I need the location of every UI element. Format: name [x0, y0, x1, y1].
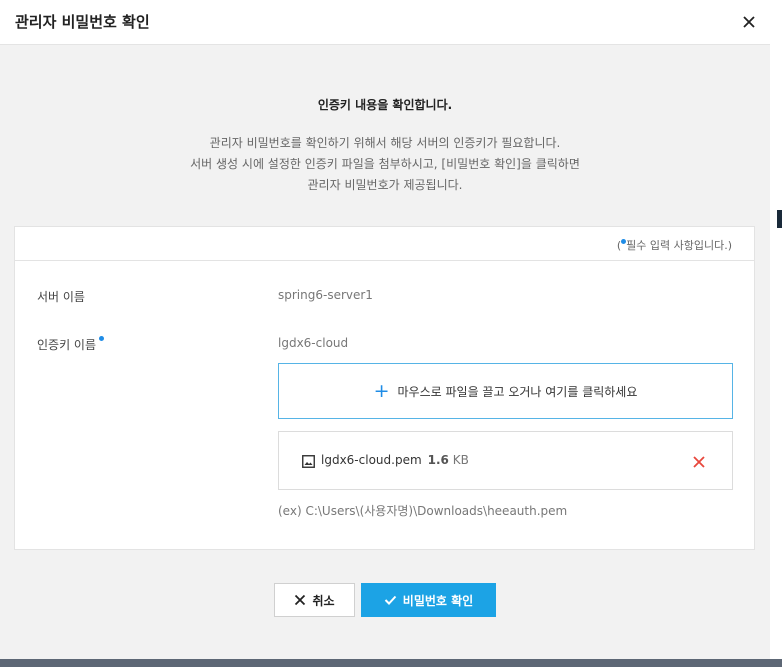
plus-icon: + [373, 379, 390, 402]
dialog: 관리자 비밀번호 확인 인증키 내용을 확인합니다. 관리자 비밀번호를 확인하… [0, 0, 770, 659]
dropzone-text: 마우스로 파일을 끌고 오거나 여기를 클릭하세요 [397, 384, 638, 399]
close-icon [295, 594, 306, 606]
server-name-value: spring6-server1 [278, 288, 373, 302]
server-name-label: 서버 이름 [37, 290, 85, 304]
required-note: (필수 입력 사항입니다.) [616, 239, 732, 252]
file-name: lgdx6-cloud.pem [321, 453, 422, 467]
close-button[interactable] [739, 12, 759, 32]
file-size-unit: KB [452, 453, 469, 467]
check-icon [384, 595, 397, 605]
file-dropzone[interactable]: + 마우스로 파일을 끌고 오거나 여기를 클릭하세요 [278, 363, 733, 419]
dialog-header: 관리자 비밀번호 확인 [0, 0, 770, 45]
confirm-label: 비밀번호 확인 [402, 593, 474, 608]
intro-line: 관리자 비밀번호를 확인하기 위해서 해당 서버의 인증키가 필요합니다. [209, 136, 561, 150]
dialog-title: 관리자 비밀번호 확인 [15, 13, 150, 31]
cancel-label: 취소 [312, 593, 335, 608]
close-icon [693, 456, 705, 468]
file-size: 1.6 [427, 453, 449, 467]
example-path: (ex) C:\Users\(사용자명)\Downloads\heeauth.p… [278, 504, 568, 518]
background-page-edge [770, 0, 782, 667]
image-file-icon [302, 455, 315, 468]
auth-key-label: 인증키 이름 [37, 336, 105, 353]
file-info: lgdx6-cloud.pem 1.6 KB [321, 453, 469, 467]
intro-heading: 인증키 내용을 확인합니다. [317, 98, 453, 112]
confirm-password-button[interactable]: 비밀번호 확인 [361, 583, 496, 617]
form-card-header: (필수 입력 사항입니다.) [15, 227, 754, 261]
required-dot-icon [99, 336, 105, 341]
attached-file: lgdx6-cloud.pem 1.6 KB [278, 431, 733, 490]
auth-key-value: lgdx6-cloud [278, 336, 349, 350]
background-overlay [0, 659, 782, 667]
cancel-button[interactable]: 취소 [274, 583, 355, 617]
intro-line: 관리자 비밀번호가 제공됩니다. [307, 178, 463, 192]
intro-line: 서버 생성 시에 설정한 인증키 파일을 첨부하시고, [비밀번호 확인]을 클… [190, 157, 580, 171]
remove-file-button[interactable] [691, 454, 707, 470]
close-icon [743, 16, 755, 28]
form-card: (필수 입력 사항입니다.) 서버 이름 spring6-server1 인증키… [14, 226, 755, 550]
